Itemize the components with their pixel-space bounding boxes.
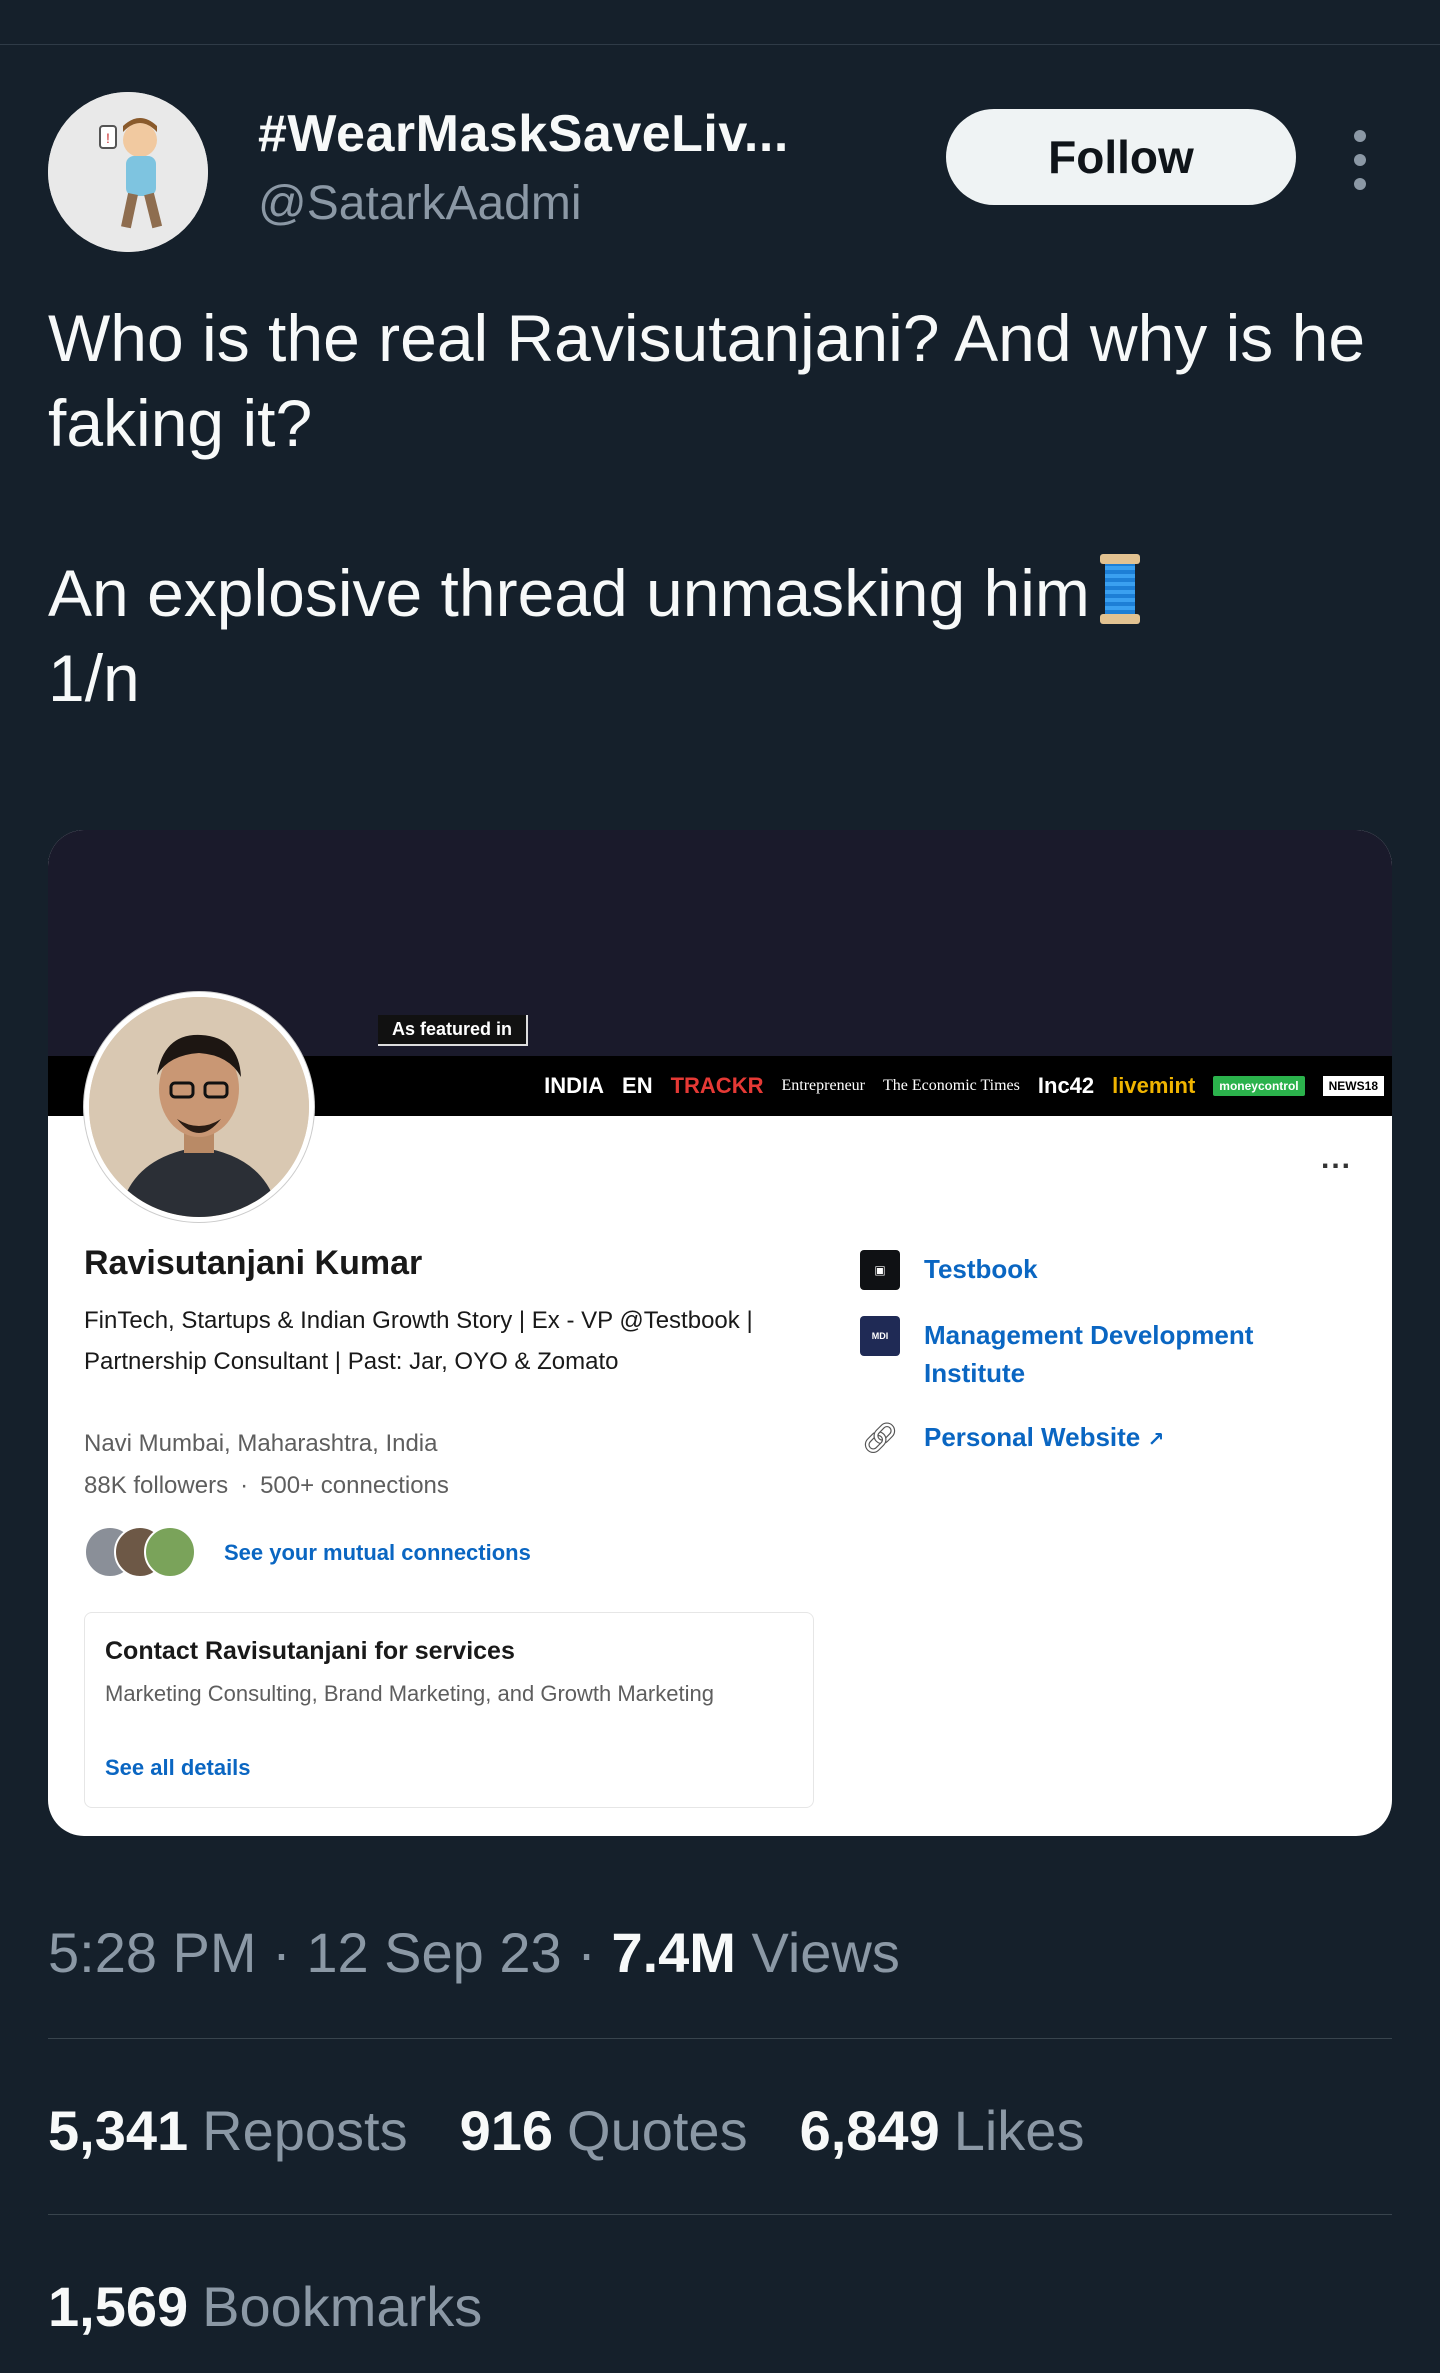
top-divider	[0, 44, 1440, 45]
more-options-icon[interactable]	[1350, 130, 1370, 190]
engagement-row: 5,341 Reposts 916 Quotes 6,849 Likes	[48, 2098, 1084, 2163]
press-logo: NEWS18	[1322, 1076, 1384, 1096]
divider	[48, 2214, 1392, 2215]
author-avatar[interactable]: !	[48, 92, 208, 252]
press-logo: Entrepreneur	[781, 1077, 865, 1094]
profile-location: Navi Mumbai, Maharashtra, India	[84, 1430, 438, 1457]
contact-title: Contact Ravisutanjani for services	[105, 1637, 515, 1665]
thread-spool-icon	[1099, 554, 1140, 624]
tweet-line-2: An explosive thread unmasking him	[48, 556, 1090, 630]
press-logo: EN	[622, 1073, 653, 1098]
mutual-avatars	[84, 1526, 204, 1578]
side-item-website: 🔗︎ Personal Website ↗	[860, 1418, 1340, 1459]
profile-side-list: ▣ Testbook MDI Management Development In…	[860, 1250, 1340, 1485]
followers-count: 88K followers	[84, 1472, 229, 1499]
bookmarks-stat[interactable]: 1,569 Bookmarks	[48, 2274, 482, 2339]
press-logo: livemint	[1112, 1073, 1196, 1098]
profile-name: Ravisutanjani Kumar	[84, 1244, 423, 1282]
press-logo: Inc42	[1037, 1073, 1095, 1098]
mdi-logo-icon: MDI	[860, 1316, 900, 1356]
connections-count: 500+ connections	[260, 1472, 449, 1499]
side-item-testbook: ▣ Testbook	[860, 1250, 1340, 1290]
tweet-line-1: Who is the real Ravisutanjani? And why i…	[48, 301, 1366, 460]
reposts-stat[interactable]: 5,341 Reposts	[48, 2098, 408, 2163]
views-count: 7.4M	[611, 1921, 736, 1984]
author-handle[interactable]: @SatarkAadmi	[258, 176, 582, 231]
svg-text:!: !	[106, 130, 110, 146]
press-logo: INDIA	[544, 1073, 605, 1098]
external-link-icon: ↗	[1147, 1429, 1165, 1451]
testbook-logo-icon: ▣	[860, 1250, 900, 1290]
likes-stat[interactable]: 6,849 Likes	[800, 2098, 1085, 2163]
card-more-icon: ...	[1320, 1142, 1352, 1175]
contact-services-box: Contact Ravisutanjani for services Marke…	[84, 1612, 814, 1808]
tweet-time[interactable]: 5:28 PM	[48, 1921, 257, 1984]
tweet-line-3: 1/n	[48, 641, 140, 715]
see-all-details-link: See all details	[105, 1755, 251, 1780]
press-logo: TRACKR	[670, 1073, 764, 1098]
author-display-name[interactable]: #WearMaskSaveLiv...	[258, 104, 789, 164]
side-item-label: Management Development Institute	[924, 1320, 1254, 1388]
press-logo: The Economic Times	[883, 1077, 1020, 1094]
views-label: Views	[751, 1921, 900, 1984]
side-item-label: Personal Website ↗	[924, 1422, 1165, 1452]
side-item-label: Testbook	[924, 1254, 1038, 1284]
profile-headline: FinTech, Startups & Indian Growth Story …	[84, 1307, 753, 1375]
quotes-stat[interactable]: 916 Quotes	[460, 2098, 748, 2163]
divider	[48, 2038, 1392, 2039]
profile-stats: 88K followers · 500+ connections	[84, 1472, 449, 1499]
cartoon-man-avatar-icon: !	[48, 92, 208, 252]
press-logo: moneycontrol	[1213, 1076, 1305, 1096]
as-featured-in-label: As featured in	[378, 1015, 529, 1046]
attached-image-card[interactable]: As featured in INDIA EN TRACKR Entrepren…	[48, 830, 1392, 1836]
side-item-mdi: MDI Management Development Institute	[860, 1316, 1340, 1392]
follow-button[interactable]: Follow	[946, 109, 1296, 205]
tweet-meta: 5:28 PM · 12 Sep 23 · 7.4M Views	[48, 1921, 900, 1984]
contact-services: Marketing Consulting, Brand Marketing, a…	[105, 1681, 714, 1706]
tweet-text: Who is the real Ravisutanjani? And why i…	[48, 296, 1388, 721]
mutual-connections-link: See your mutual connections	[224, 1540, 531, 1565]
tweet-date[interactable]: 12 Sep 23	[306, 1921, 561, 1984]
person-photo-icon	[89, 997, 309, 1217]
link-icon: 🔗︎	[860, 1421, 900, 1455]
profile-photo	[84, 992, 314, 1222]
